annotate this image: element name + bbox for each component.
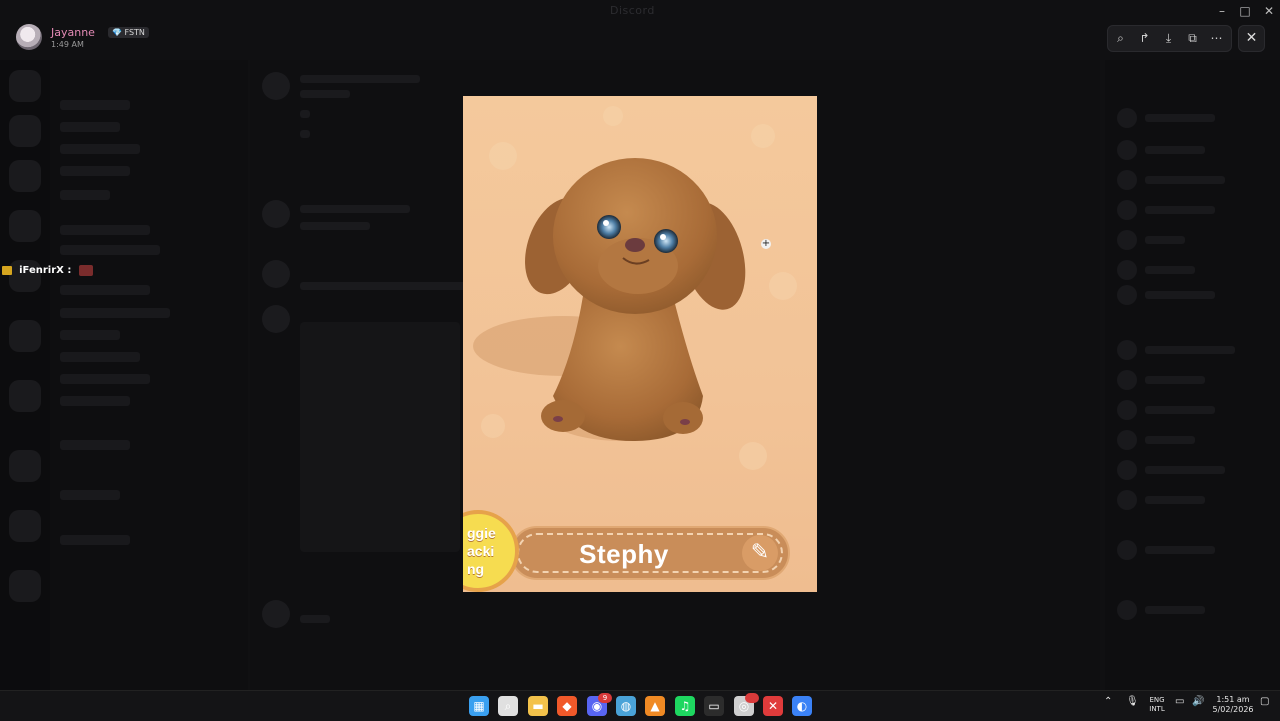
image-viewer-toolbar: ⌕ ↱ ⤓ ⧉ ⋯	[1107, 25, 1232, 52]
clock-time: 1:51 am	[1216, 695, 1250, 704]
puppy-illustration	[473, 106, 797, 470]
brave-icon[interactable]: ◆	[557, 696, 577, 716]
window-title: Discord	[610, 4, 655, 17]
tray-overflow-icon[interactable]: ⌃	[1104, 696, 1112, 707]
download-icon[interactable]: ⤓	[1160, 30, 1177, 47]
avatar[interactable]	[16, 24, 42, 50]
window-close-icon[interactable]: ✕	[1261, 4, 1277, 18]
more-icon[interactable]: ⋯	[1208, 30, 1225, 47]
server-rail	[0, 60, 50, 690]
system-clock[interactable]: 1:51 am 5/02/2026	[1210, 695, 1256, 715]
obs-icon[interactable]: ◎	[734, 693, 759, 716]
app-red-icon[interactable]: ✕	[763, 696, 783, 716]
pet-name: Stephy	[579, 539, 669, 569]
terminal-icon[interactable]: ▭	[704, 696, 724, 716]
game-logo-text: ggie acki ng	[467, 525, 496, 577]
overlay-username: iFenrirX :	[19, 265, 72, 276]
pet-image: Stephy ✎ ggie acki ng	[463, 96, 817, 592]
notification-badge	[745, 693, 759, 703]
upload-timestamp: 1:49 AM	[51, 40, 84, 49]
uploader-tag-badge: 💎 FSTN	[108, 27, 149, 38]
search-icon[interactable]: ⌕	[498, 696, 518, 716]
zoom-icon[interactable]: ⌕	[1112, 30, 1129, 47]
member-list	[1105, 60, 1280, 690]
maximize-icon[interactable]: □	[1237, 4, 1253, 18]
language-indicator[interactable]: ENG INTL	[1146, 696, 1168, 714]
forward-icon[interactable]: ↱	[1136, 30, 1153, 47]
channel-list	[50, 60, 248, 690]
uploader-name[interactable]: Jayanne	[51, 26, 95, 39]
notification-icon[interactable]: ▢	[1260, 696, 1269, 707]
crown-icon	[2, 266, 12, 275]
emote-icon	[79, 265, 94, 276]
steam-icon[interactable]: ◍	[616, 696, 636, 716]
app-orange-icon[interactable]: ▲	[645, 696, 665, 716]
window-title-bar: Discord – □ ✕	[0, 0, 1280, 22]
discord-icon[interactable]: ◉ 9	[587, 693, 612, 716]
file-explorer-icon[interactable]: ▬	[528, 696, 548, 716]
pet-name-banner: Stephy ✎	[510, 526, 790, 580]
edit-icon: ✎	[742, 535, 778, 571]
spotify-icon[interactable]: ♫	[675, 696, 695, 716]
zoom-cursor-icon: +	[761, 238, 771, 249]
windows-taskbar: ▦ ⌕ ▬ ◆ ◉ 9 ◍ ▲ ♫ ▭ ◎ ✕ ◐ ⌃ 🎙 ENG INTL ▭ 🔊 1:51 am 5…	[0, 690, 1280, 721]
clock-date: 5/02/2026	[1212, 705, 1254, 714]
close-viewer-button[interactable]: ✕	[1238, 25, 1265, 52]
volume-icon[interactable]: 🔊	[1192, 696, 1204, 707]
windows-start-icon[interactable]: ▦	[469, 696, 489, 716]
minimize-icon[interactable]: –	[1214, 4, 1230, 18]
network-icon[interactable]: ▭	[1175, 696, 1184, 707]
notification-badge: 9	[598, 693, 612, 703]
microphone-icon[interactable]: 🎙	[1126, 696, 1139, 707]
open-external-icon[interactable]: ⧉	[1184, 30, 1201, 47]
stream-overlay-username: iFenrirX :	[2, 260, 94, 276]
chrome-icon[interactable]: ◐	[792, 696, 812, 716]
